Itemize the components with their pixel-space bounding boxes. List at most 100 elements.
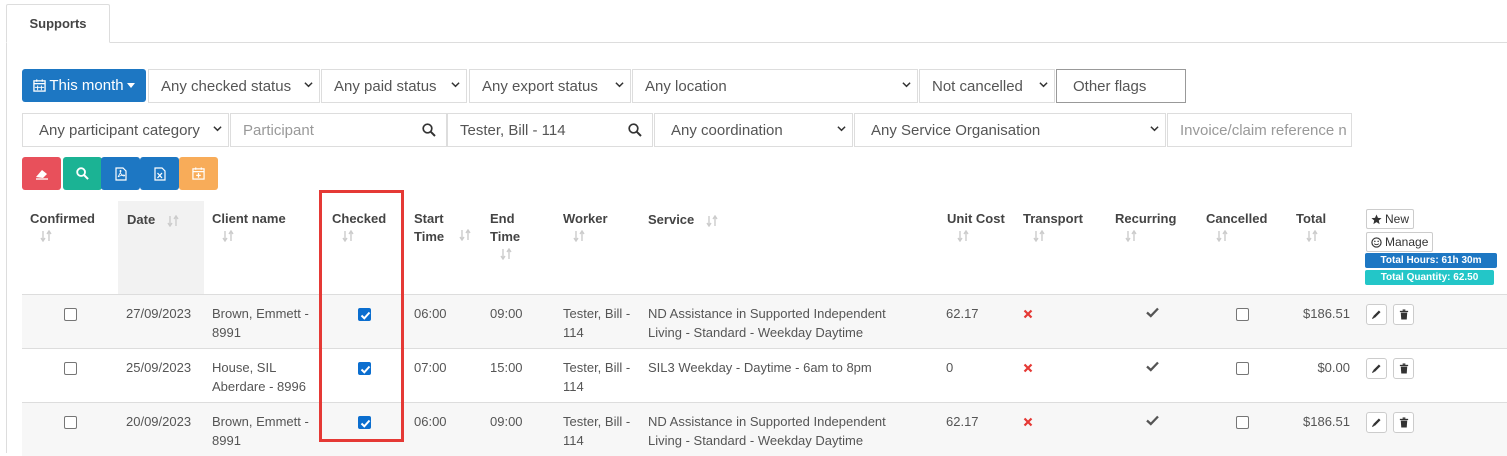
header-worker[interactable]: Worker — [563, 210, 608, 242]
sort-icon — [342, 230, 354, 242]
end-time-cell: 15:00 — [490, 360, 523, 375]
header-recurring-label: Recurring — [1115, 211, 1177, 226]
participant-category-value: Any participant category — [39, 121, 200, 139]
start-time-cell: 07:00 — [414, 360, 447, 375]
worker-search-value: Tester, Bill - 114 — [460, 121, 566, 139]
sort-icon — [459, 229, 471, 241]
search-icon — [422, 123, 436, 137]
delete-button[interactable] — [1393, 304, 1414, 325]
export-pdf-button[interactable] — [101, 157, 140, 190]
trash-icon — [1399, 363, 1408, 374]
checkmark-icon — [1146, 307, 1159, 318]
header-date[interactable]: Date — [127, 211, 179, 229]
confirmed-checkbox[interactable] — [64, 308, 77, 321]
participant-placeholder: Participant — [243, 121, 314, 139]
header-start-label: Start Time — [414, 211, 445, 244]
total-cell: $186.51 — [1303, 414, 1350, 429]
cancelled-select[interactable]: Not cancelled — [919, 69, 1055, 103]
export-status-select[interactable]: Any export status — [469, 69, 631, 103]
invoice-reference-input[interactable]: Invoice/claim reference n — [1167, 113, 1352, 147]
header-unit-cost[interactable]: Unit Cost — [947, 210, 1005, 242]
export-excel-button[interactable] — [140, 157, 179, 190]
client-name-cell[interactable]: Brown, Emmett - 8991 — [212, 412, 320, 450]
chevron-down-icon — [902, 82, 911, 88]
edit-button[interactable] — [1366, 358, 1387, 379]
header-client-name[interactable]: Client name — [212, 210, 286, 242]
clear-filters-button[interactable] — [22, 157, 61, 190]
edit-button[interactable] — [1366, 304, 1387, 325]
delete-button[interactable] — [1393, 412, 1414, 433]
calendar-add-button[interactable] — [179, 157, 218, 190]
checkmark-icon — [1146, 361, 1159, 372]
checked-status-value: Any checked status — [161, 77, 292, 95]
cross-icon — [1023, 363, 1033, 373]
header-confirmed[interactable]: Confirmed — [30, 210, 95, 242]
checked-checkbox[interactable] — [358, 308, 371, 321]
edit-button[interactable] — [1366, 412, 1387, 433]
pencil-icon — [1371, 310, 1381, 320]
cancelled-checkbox[interactable] — [1236, 416, 1249, 429]
sort-icon — [573, 230, 585, 242]
sort-icon — [167, 214, 179, 227]
participant-category-select[interactable]: Any participant category — [22, 113, 229, 147]
star-icon — [1371, 213, 1382, 224]
header-transport[interactable]: Transport — [1023, 210, 1083, 242]
calendar-plus-icon — [192, 167, 205, 180]
header-total-label: Total — [1296, 211, 1327, 226]
header-checked-label: Checked — [332, 211, 387, 226]
date-range-button[interactable]: This month — [22, 69, 146, 102]
worker-search-input[interactable]: Tester, Bill - 114 — [447, 113, 653, 147]
header-recurring[interactable]: Recurring — [1115, 210, 1176, 242]
header-checked[interactable]: Checked — [332, 210, 386, 242]
other-flags-button[interactable]: Other flags — [1056, 69, 1186, 103]
header-unit-cost-label: Unit Cost — [947, 211, 1005, 226]
chevron-down-icon — [304, 82, 313, 88]
checked-status-select[interactable]: Any checked status — [148, 69, 320, 103]
date-cell: 25/09/2023 — [126, 360, 192, 375]
service-cell: SIL3 Weekday - Daytime - 6am to 8pm — [648, 360, 872, 375]
participant-search-input[interactable]: Participant — [230, 113, 447, 147]
sort-icon — [1216, 230, 1228, 242]
export-status-value: Any export status — [482, 77, 598, 95]
header-total[interactable]: Total — [1296, 210, 1326, 242]
confirmed-checkbox[interactable] — [64, 362, 77, 375]
checked-checkbox[interactable] — [358, 362, 371, 375]
trash-icon — [1399, 309, 1408, 320]
header-cancelled[interactable]: Cancelled — [1206, 210, 1267, 242]
sort-icon — [1033, 230, 1045, 242]
search-button[interactable] — [63, 157, 102, 190]
cancelled-checkbox[interactable] — [1236, 308, 1249, 321]
coordination-select[interactable]: Any coordination — [654, 113, 853, 147]
cross-icon — [1023, 309, 1033, 319]
header-end-time[interactable]: End Time — [490, 210, 530, 260]
pdf-file-icon — [114, 166, 127, 181]
header-service[interactable]: Service — [648, 211, 718, 229]
location-select[interactable]: Any location — [632, 69, 918, 103]
sort-icon — [706, 214, 718, 227]
table-row: 20/09/2023 Brown, Emmett - 8991 06:00 09:00… — [22, 402, 1507, 456]
checked-checkbox[interactable] — [358, 416, 371, 429]
new-label: New — [1385, 212, 1410, 226]
table-row: 25/09/2023 House, SIL Aberdare - 8996 07:0… — [22, 348, 1507, 402]
manage-button[interactable]: Manage — [1366, 232, 1434, 252]
end-time-cell: 09:00 — [490, 414, 523, 429]
tab-supports[interactable]: Supports — [6, 4, 110, 43]
header-start-time[interactable]: Start Time — [414, 210, 454, 246]
client-name-cell[interactable]: House, SIL Aberdare - 8996 — [212, 358, 320, 396]
cancelled-value: Not cancelled — [932, 77, 1023, 95]
header-worker-label: Worker — [563, 211, 608, 226]
excel-file-icon — [153, 166, 166, 181]
chevron-down-icon — [213, 126, 222, 132]
sort-icon — [1306, 230, 1318, 242]
new-support-button[interactable]: New — [1366, 209, 1415, 229]
cancelled-checkbox[interactable] — [1236, 362, 1249, 375]
chevron-down-icon — [1039, 82, 1048, 88]
client-name-cell[interactable]: Brown, Emmett - 8991 — [212, 304, 320, 342]
service-organisation-select[interactable]: Any Service Organisation — [854, 113, 1166, 147]
confirmed-checkbox[interactable] — [64, 416, 77, 429]
header-client-label: Client name — [212, 211, 286, 226]
paid-status-select[interactable]: Any paid status — [321, 69, 467, 103]
chevron-down-icon — [615, 82, 624, 88]
worker-cell: Tester, Bill - 114 — [563, 414, 631, 448]
delete-button[interactable] — [1393, 358, 1414, 379]
